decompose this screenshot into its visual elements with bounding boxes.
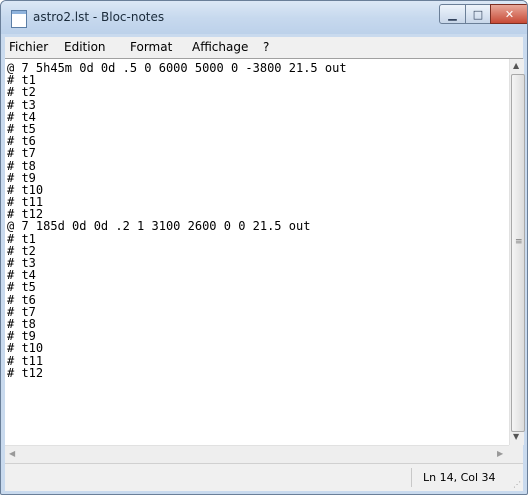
menu-affichage[interactable]: Affichage	[192, 40, 248, 54]
text-line[interactable]: # t4	[7, 269, 507, 281]
text-line[interactable]: # t5	[7, 123, 507, 135]
text-content[interactable]: @ 7 5h45m 0d 0d .5 0 6000 5000 0 -3800 2…	[7, 62, 507, 440]
text-line[interactable]: # t6	[7, 135, 507, 147]
minimize-button[interactable]: ▁	[439, 4, 466, 24]
vertical-scrollbar[interactable]: ▲ ≡ ▼	[509, 59, 525, 445]
text-line[interactable]: # t8	[7, 159, 507, 171]
text-line[interactable]: # t1	[7, 74, 507, 86]
menu-edition[interactable]: Edition	[64, 40, 106, 54]
text-line[interactable]: # t10	[7, 184, 507, 196]
resize-grip-icon[interactable]: ⋰	[513, 480, 521, 489]
text-line[interactable]: # t10	[7, 342, 507, 354]
scroll-down-icon[interactable]: ▼	[513, 432, 519, 441]
cursor-position: Ln 14, Col 34	[423, 471, 496, 484]
text-editor[interactable]: @ 7 5h45m 0d 0d .5 0 6000 5000 0 -3800 2…	[5, 58, 525, 463]
notepad-window: astro2.lst - Bloc-notes ▁ □ ✕ Fichier Ed…	[0, 0, 528, 495]
maximize-button[interactable]: □	[465, 4, 491, 24]
status-bar: Ln 14, Col 34 ⋰	[5, 463, 523, 491]
close-button[interactable]: ✕	[490, 4, 527, 24]
text-line[interactable]: # t4	[7, 111, 507, 123]
scroll-grip-icon: ≡	[515, 237, 523, 247]
maximize-icon: □	[472, 7, 484, 21]
minimize-icon: ▁	[448, 7, 457, 21]
text-line[interactable]: # t7	[7, 147, 507, 159]
horizontal-scrollbar[interactable]: ◀ ▶	[5, 445, 509, 463]
text-line[interactable]: # t12	[7, 366, 507, 378]
text-line[interactable]: # t2	[7, 245, 507, 257]
window-title: astro2.lst - Bloc-notes	[33, 10, 165, 24]
text-line[interactable]: # t3	[7, 257, 507, 269]
text-line[interactable]: # t1	[7, 232, 507, 244]
text-line[interactable]: # t8	[7, 318, 507, 330]
text-line[interactable]: # t9	[7, 330, 507, 342]
menu-format[interactable]: Format	[130, 40, 172, 54]
text-line[interactable]: # t3	[7, 98, 507, 110]
text-line[interactable]: @ 7 185d 0d 0d .2 1 3100 2600 0 0 21.5 o…	[7, 220, 507, 232]
scroll-right-icon[interactable]: ▶	[497, 449, 503, 458]
close-icon: ✕	[504, 7, 515, 21]
scroll-up-icon[interactable]: ▲	[513, 61, 519, 70]
scroll-left-icon[interactable]: ◀	[9, 449, 15, 458]
menu-fichier[interactable]: Fichier	[9, 40, 48, 54]
text-line[interactable]: # t5	[7, 281, 507, 293]
text-line[interactable]: # t6	[7, 293, 507, 305]
menu-help[interactable]: ?	[263, 40, 269, 54]
status-separator	[411, 468, 412, 487]
text-line[interactable]: # t9	[7, 171, 507, 183]
text-line[interactable]: @ 7 5h45m 0d 0d .5 0 6000 5000 0 -3800 2…	[7, 62, 507, 74]
text-line[interactable]: # t11	[7, 196, 507, 208]
notepad-icon[interactable]	[11, 10, 27, 28]
text-line[interactable]: # t7	[7, 306, 507, 318]
title-bar[interactable]: astro2.lst - Bloc-notes ▁ □ ✕	[1, 1, 527, 34]
vertical-scroll-thumb[interactable]: ≡	[511, 74, 525, 432]
text-line[interactable]: # t2	[7, 86, 507, 98]
scrollbar-corner	[509, 445, 523, 463]
text-line[interactable]: # t11	[7, 354, 507, 366]
menu-bar: Fichier Edition Format Affichage ?	[5, 37, 523, 59]
